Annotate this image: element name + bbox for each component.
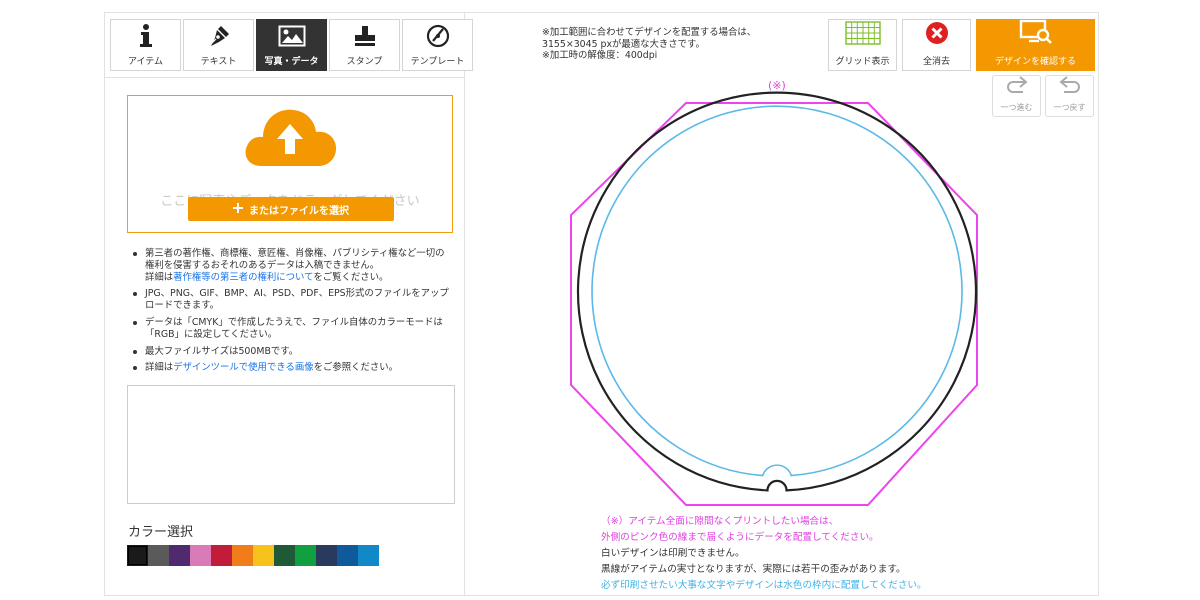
color-swatch[interactable] (190, 545, 211, 566)
note-item: 第三者の著作権、商標権、意匠権、肖像権、パブリシティ権など一切の権利を侵害するお… (130, 248, 450, 283)
print-caption: （※）アイテム全面に隙間なくプリントしたい場合は、 外側のピンク色の線まで届くよ… (601, 514, 927, 594)
color-swatch[interactable] (337, 545, 358, 566)
note-text: 詳細は (145, 362, 174, 374)
bleed-outline (570, 102, 978, 506)
design-canvas[interactable] (569, 81, 985, 507)
color-select-title: カラー選択 (128, 525, 194, 540)
note-item: データは「CMYK」で作成したうえで、ファイル自体のカラーモードは「RGB」に設… (130, 317, 450, 341)
color-swatch[interactable] (211, 545, 232, 566)
note-text: 最大ファイルサイズは500MBです。 (145, 345, 299, 357)
pen-icon (207, 22, 231, 50)
usable-images-link[interactable]: デザインツールで使用できる画像 (173, 362, 313, 373)
uploaded-files-area[interactable] (127, 385, 455, 504)
confirm-design-button[interactable]: デザインを確認する (976, 19, 1095, 71)
note-text: 詳細は (145, 271, 174, 283)
select-file-label: またはファイルを選択 (249, 205, 349, 217)
design-tool-frame: アイテム テキスト 写真・データ スタンプ テンプレート またはファイルを選択 … (104, 12, 1099, 596)
redo-label: 一つ進む (1000, 103, 1033, 112)
undo-icon (1058, 75, 1082, 99)
caption-line: 白いデザインは印刷できません。 (601, 548, 745, 559)
select-file-button[interactable]: またはファイルを選択 (188, 197, 394, 221)
caption-line: 黒線がアイテムの実寸となりますが、実際には若干の歪みがあります。 (601, 564, 906, 575)
color-swatch[interactable] (295, 545, 316, 566)
left-panel: アイテム テキスト 写真・データ スタンプ テンプレート またはファイルを選択 … (105, 13, 473, 595)
tab-template[interactable]: テンプレート (402, 19, 473, 71)
tab-stamp[interactable]: スタンプ (329, 19, 400, 71)
note-text: をご参照ください。 (313, 362, 398, 374)
info-icon (139, 22, 153, 50)
color-swatches (127, 545, 379, 566)
copyright-link[interactable]: 著作権等の第三者の権利について (173, 272, 313, 283)
note-text: 第三者の著作権、商標権、意匠権、肖像権、パブリシティ権など一切の権利を侵害するお… (145, 248, 445, 271)
notice-line: ※加工範囲に合わせてデザインを配置する場合は、 (542, 27, 757, 38)
color-swatch[interactable] (316, 545, 337, 566)
photo-data-panel: ここに写真やデータをドラッグしてください またはファイルを選択 第三者の著作権、… (105, 77, 464, 595)
redo-icon (1005, 75, 1029, 99)
color-swatch[interactable] (127, 545, 148, 566)
upload-cloud-icon (241, 102, 339, 172)
note-text: データは「CMYK」で作成したうえで、ファイル自体のカラーモードは「RGB」に設… (145, 316, 443, 340)
tab-label: アイテム (127, 57, 164, 67)
note-item: 最大ファイルサイズは500MBです。 (130, 346, 450, 358)
tab-label: スタンプ (346, 57, 383, 67)
notice-line: 3155×3045 pxが最適な大きさです。 (542, 38, 705, 50)
redo-button[interactable]: 一つ進む (992, 75, 1041, 117)
grid-label: グリッド表示 (835, 57, 890, 67)
undo-label: 一つ戻す (1053, 103, 1086, 112)
template-icon (426, 22, 450, 50)
color-swatch[interactable] (232, 545, 253, 566)
safe-area-outline (591, 105, 963, 477)
tab-text[interactable]: テキスト (183, 19, 254, 71)
caption-line: 必ず印刷させたい大事な文字やデザインは水色の枠内に配置してください。 (601, 580, 927, 591)
notice-line: ※加工時の解像度：400dpi (542, 50, 658, 61)
color-swatch[interactable] (253, 545, 274, 566)
tab-item[interactable]: アイテム (110, 19, 181, 71)
tab-photo-data[interactable]: 写真・データ (256, 19, 327, 71)
clear-all-button[interactable]: 全消去 (902, 19, 971, 71)
note-item: JPG、PNG、GIF、BMP、AI、PSD、PDF、EPS形式のファイルをアッ… (130, 288, 450, 312)
note-text: をご覧ください。 (313, 271, 389, 283)
color-swatch[interactable] (169, 545, 190, 566)
grid-icon (844, 21, 881, 49)
monitor-search-icon (1019, 19, 1053, 49)
undo-button[interactable]: 一つ戻す (1045, 75, 1094, 117)
clear-label: 全消去 (922, 57, 950, 67)
image-icon (278, 22, 306, 50)
stamp-icon (353, 22, 377, 50)
close-circle-icon (925, 21, 949, 49)
file-drop-zone[interactable]: ここに写真やデータをドラッグしてください またはファイルを選択 (127, 95, 453, 233)
grid-toggle-button[interactable]: グリッド表示 (828, 19, 897, 71)
tab-label: テンプレート (410, 57, 465, 67)
color-swatch[interactable] (358, 545, 379, 566)
color-swatch[interactable] (274, 545, 295, 566)
note-item: 詳細はデザインツールで使用できる画像をご参照ください。 (130, 362, 450, 374)
upload-notes: 第三者の著作権、商標権、意匠権、肖像権、パブリシティ権など一切の権利を侵害するお… (130, 248, 450, 379)
color-swatch[interactable] (148, 545, 169, 566)
tab-label: テキスト (200, 57, 237, 67)
note-text: JPG、PNG、GIF、BMP、AI、PSD、PDF、EPS形式のファイルをアッ… (145, 288, 449, 312)
processing-notice: ※加工範囲に合わせてデザインを配置する場合は、 3155×3045 pxが最適な… (542, 27, 756, 62)
tab-label: 写真・データ (264, 57, 319, 67)
caption-line: 外側のピンク色の線まで届くようにデータを配置してください。 (601, 532, 879, 543)
caption-line: （※）アイテム全面に隙間なくプリントしたい場合は、 (601, 516, 839, 527)
tool-tabs: アイテム テキスト 写真・データ スタンプ テンプレート (110, 19, 473, 71)
plus-icon (233, 202, 243, 216)
confirm-label: デザインを確認する (994, 57, 1076, 67)
